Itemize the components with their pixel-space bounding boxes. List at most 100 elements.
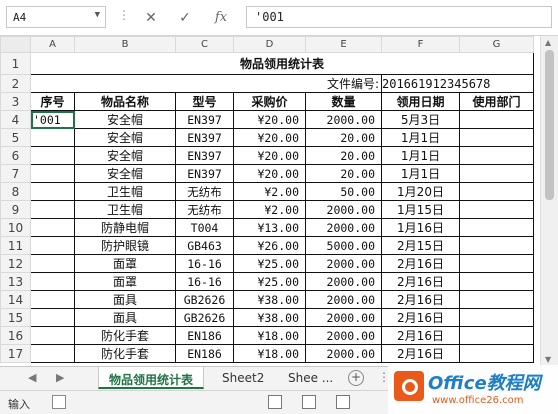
header-date[interactable]: 领用日期: [381, 92, 460, 111]
cell-department[interactable]: [459, 272, 534, 291]
worksheet-grid[interactable]: A B C D E F G 1 物品领用统计表 2 文件编号: 20166191…: [0, 36, 540, 366]
cell-quantity[interactable]: 2000.00: [305, 290, 382, 309]
cell-name[interactable]: 面罩: [74, 254, 176, 273]
cell-department[interactable]: [459, 128, 534, 147]
cell-quantity[interactable]: 2000.00: [305, 254, 382, 273]
column-header[interactable]: G: [459, 36, 534, 53]
row-header[interactable]: 2: [0, 74, 31, 93]
macro-record-icon[interactable]: [52, 395, 66, 409]
cell-quantity[interactable]: 2000.00: [305, 218, 382, 237]
cell-department[interactable]: [459, 164, 534, 183]
cell-date[interactable]: 2月16日: [381, 326, 460, 345]
cell-date[interactable]: 5月3日: [381, 110, 460, 129]
row-header[interactable]: 16: [0, 326, 31, 345]
header-no[interactable]: 序号: [30, 92, 75, 111]
name-box[interactable]: A4 ▼: [6, 6, 106, 28]
scroll-up-icon[interactable]: ▲: [545, 38, 551, 47]
cell-price[interactable]: ¥25.00: [233, 254, 306, 273]
column-header[interactable]: F: [381, 36, 460, 53]
insert-function-icon[interactable]: fx: [210, 8, 232, 28]
cell-price[interactable]: ¥26.00: [233, 236, 306, 255]
column-header[interactable]: D: [233, 36, 306, 53]
cell-no[interactable]: [30, 254, 75, 273]
cell-price[interactable]: ¥18.00: [233, 344, 306, 363]
cell-price[interactable]: ¥13.00: [233, 218, 306, 237]
row-header[interactable]: 5: [0, 128, 31, 147]
cell-department[interactable]: [459, 218, 534, 237]
cell-date[interactable]: 1月1日: [381, 146, 460, 165]
cell-name[interactable]: 防静电帽: [74, 218, 176, 237]
add-sheet-icon[interactable]: +: [348, 370, 364, 386]
row-header[interactable]: 10: [0, 218, 31, 237]
row-header[interactable]: 8: [0, 182, 31, 201]
cell-date[interactable]: 1月20日: [381, 182, 460, 201]
header-model[interactable]: 型号: [175, 92, 234, 111]
cell-model[interactable]: EN397: [175, 110, 234, 129]
row-header[interactable]: 6: [0, 146, 31, 165]
cell-price[interactable]: ¥38.00: [233, 308, 306, 327]
row-header[interactable]: 3: [0, 92, 31, 111]
cell-quantity[interactable]: 20.00: [305, 146, 382, 165]
cell-department[interactable]: [459, 326, 534, 345]
cell-no[interactable]: [30, 290, 75, 309]
cell-model[interactable]: GB2626: [175, 290, 234, 309]
cell-no[interactable]: [30, 128, 75, 147]
sheet-tab[interactable]: Sheet2: [212, 367, 274, 389]
cell-no[interactable]: [30, 218, 75, 237]
normal-view-icon[interactable]: [268, 395, 282, 409]
cell-department[interactable]: [459, 308, 534, 327]
cell-no[interactable]: '001: [30, 110, 75, 129]
cell-department[interactable]: [459, 182, 534, 201]
cell-no[interactable]: [30, 146, 75, 165]
row-header[interactable]: 17: [0, 344, 31, 363]
cell-model[interactable]: GB2626: [175, 308, 234, 327]
cell-date[interactable]: 2月16日: [381, 344, 460, 363]
cell-price[interactable]: ¥18.00: [233, 326, 306, 345]
cell-name[interactable]: 防化手套: [74, 326, 176, 345]
cell-department[interactable]: [459, 254, 534, 273]
cell-name[interactable]: 安全帽: [74, 164, 176, 183]
cell-model[interactable]: EN186: [175, 344, 234, 363]
select-all-corner[interactable]: [0, 36, 31, 53]
header-name[interactable]: 物品名称: [74, 92, 176, 111]
cell-date[interactable]: 2月16日: [381, 290, 460, 309]
cell-model[interactable]: EN397: [175, 164, 234, 183]
cell-price[interactable]: ¥20.00: [233, 110, 306, 129]
cell-no[interactable]: [30, 326, 75, 345]
cell-price[interactable]: ¥25.00: [233, 272, 306, 291]
cell-date[interactable]: 2月16日: [381, 308, 460, 327]
cell-quantity[interactable]: 2000.00: [305, 110, 382, 129]
cell-no[interactable]: [30, 308, 75, 327]
vertical-scrollbar[interactable]: ▲ ▼: [540, 36, 558, 366]
cell-name[interactable]: 卫生帽: [74, 200, 176, 219]
cell-model[interactable]: EN186: [175, 326, 234, 345]
header-price[interactable]: 采购价: [233, 92, 306, 111]
sheet-title[interactable]: 物品领用统计表: [30, 52, 534, 75]
cell-model[interactable]: 16-16: [175, 272, 234, 291]
cell-name[interactable]: 安全帽: [74, 110, 176, 129]
cell-quantity[interactable]: 2000.00: [305, 200, 382, 219]
cell-department[interactable]: [459, 344, 534, 363]
cell-no[interactable]: [30, 200, 75, 219]
cell-quantity[interactable]: 2000.00: [305, 344, 382, 363]
next-sheet-icon[interactable]: ▶: [56, 371, 64, 384]
column-header[interactable]: E: [305, 36, 382, 53]
file-number-value[interactable]: 201661912345678: [381, 74, 534, 93]
cell-department[interactable]: [459, 110, 534, 129]
header-quantity[interactable]: 数量: [305, 92, 382, 111]
cell-model[interactable]: GB463: [175, 236, 234, 255]
cell-price[interactable]: ¥2.00: [233, 200, 306, 219]
row-header[interactable]: 9: [0, 200, 31, 219]
cancel-icon[interactable]: ✕: [140, 8, 162, 28]
cell-model[interactable]: EN397: [175, 146, 234, 165]
cell-price[interactable]: ¥20.00: [233, 164, 306, 183]
cell-quantity[interactable]: 5000.00: [305, 236, 382, 255]
cell-price[interactable]: ¥20.00: [233, 146, 306, 165]
cell-name[interactable]: 面具: [74, 290, 176, 309]
row-header[interactable]: 11: [0, 236, 31, 255]
column-header[interactable]: C: [175, 36, 234, 53]
cell-name[interactable]: 安全帽: [74, 146, 176, 165]
cell-quantity[interactable]: 20.00: [305, 164, 382, 183]
row-header[interactable]: 13: [0, 272, 31, 291]
row-header[interactable]: 14: [0, 290, 31, 309]
